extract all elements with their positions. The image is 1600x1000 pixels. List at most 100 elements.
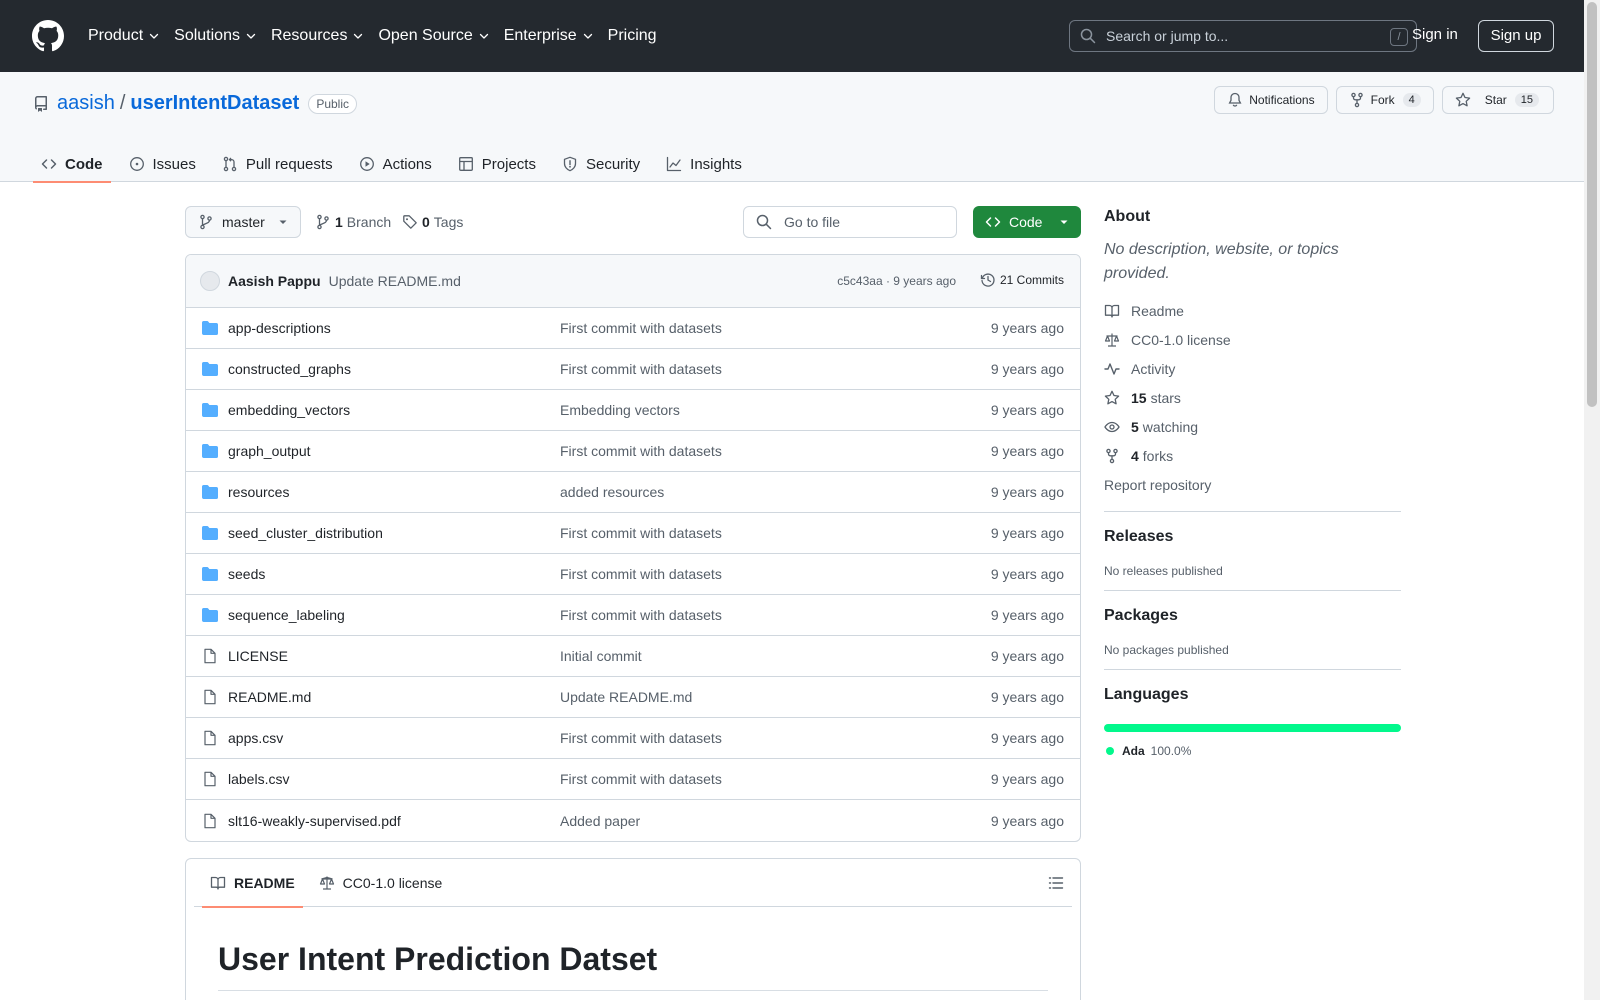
file-commit-message[interactable]: Embedding vectors bbox=[560, 402, 680, 418]
readme-link[interactable]: Readme bbox=[1104, 296, 1401, 325]
commit-author[interactable]: Aasish Pappu bbox=[228, 273, 321, 289]
file-name-link[interactable]: graph_output bbox=[228, 443, 311, 459]
chevron-down-icon bbox=[352, 30, 364, 42]
notifications-button[interactable]: Notifications bbox=[1214, 86, 1328, 114]
file-row[interactable]: resources added resources 9 years ago bbox=[186, 472, 1080, 513]
file-commit-age: 9 years ago bbox=[990, 443, 1064, 459]
file-commit-message[interactable]: Initial commit bbox=[560, 648, 642, 664]
tab-projects[interactable]: Projects bbox=[450, 146, 544, 182]
tab-insights[interactable]: Insights bbox=[658, 146, 750, 182]
report-repository-link[interactable]: Report repository bbox=[1104, 470, 1401, 499]
license-link[interactable]: CC0-1.0 license bbox=[1104, 325, 1401, 354]
nav-pricing[interactable]: Pricing bbox=[608, 27, 657, 45]
file-row[interactable]: LICENSE Initial commit 9 years ago bbox=[186, 636, 1080, 677]
readme-tab[interactable]: README bbox=[202, 859, 303, 908]
file-name-link[interactable]: embedding_vectors bbox=[228, 402, 350, 418]
github-logo-icon[interactable] bbox=[32, 20, 88, 52]
file-row[interactable]: graph_output First commit with datasets 9 … bbox=[186, 431, 1080, 472]
file-name-link[interactable]: seed_cluster_distribution bbox=[228, 525, 383, 541]
file-icon bbox=[202, 730, 218, 746]
search-input[interactable]: Search or jump to... / bbox=[1069, 20, 1417, 52]
file-commit-message[interactable]: First commit with datasets bbox=[560, 566, 722, 582]
file-name-link[interactable]: README.md bbox=[228, 689, 311, 705]
file-commit-message[interactable]: First commit with datasets bbox=[560, 771, 722, 787]
nav-open-source[interactable]: Open Source bbox=[378, 27, 489, 45]
file-name-link[interactable]: slt16-weakly-supervised.pdf bbox=[228, 813, 401, 829]
tab-code[interactable]: Code bbox=[33, 146, 111, 183]
commits-link[interactable]: 21 Commits bbox=[980, 272, 1064, 288]
file-commit-message[interactable]: First commit with datasets bbox=[560, 361, 722, 377]
commit-hash-age[interactable]: c5c43aa · 9 years ago bbox=[837, 274, 956, 288]
repo-owner-link[interactable]: aasish bbox=[57, 92, 115, 115]
nav-solutions[interactable]: Solutions bbox=[174, 27, 257, 45]
file-commit-message[interactable]: First commit with datasets bbox=[560, 607, 722, 623]
chevron-down-icon bbox=[582, 30, 594, 42]
go-to-file-input[interactable]: Go to file bbox=[743, 206, 957, 238]
folder-icon bbox=[202, 484, 218, 500]
file-name-link[interactable]: labels.csv bbox=[228, 771, 289, 787]
tab-label: Projects bbox=[481, 155, 536, 173]
file-name-link[interactable]: LICENSE bbox=[228, 648, 288, 664]
file-name-link[interactable]: constructed_graphs bbox=[228, 361, 351, 377]
file-row[interactable]: README.md Update README.md 9 years ago bbox=[186, 677, 1080, 718]
repo-name-link[interactable]: userIntentDataset bbox=[130, 92, 299, 115]
branch-selector[interactable]: master bbox=[185, 206, 301, 238]
file-name-link[interactable]: seeds bbox=[228, 566, 265, 582]
file-row[interactable]: embedding_vectors Embedding vectors 9 year… bbox=[186, 390, 1080, 431]
file-row[interactable]: seeds First commit with datasets 9 years a… bbox=[186, 554, 1080, 595]
star-button[interactable]: Star 15 bbox=[1441, 86, 1554, 114]
releases-title[interactable]: Releases bbox=[1104, 528, 1401, 546]
page-scrollbar[interactable] bbox=[1584, 0, 1600, 1000]
file-commit-message[interactable]: First commit with datasets bbox=[560, 730, 722, 746]
author-avatar[interactable] bbox=[200, 271, 220, 291]
chevron-down-icon bbox=[148, 30, 160, 42]
commit-message[interactable]: Update README.md bbox=[329, 273, 461, 289]
tab-pull-requests[interactable]: Pull requests bbox=[214, 146, 341, 182]
tab-issues[interactable]: Issues bbox=[121, 146, 204, 182]
outline-list-icon[interactable] bbox=[1048, 875, 1064, 891]
nav-resources[interactable]: Resources bbox=[271, 27, 364, 45]
file-commit-message[interactable]: First commit with datasets bbox=[560, 525, 722, 541]
tab-security[interactable]: Security bbox=[554, 146, 648, 182]
file-name-link[interactable]: resources bbox=[228, 484, 289, 500]
packages-title[interactable]: Packages bbox=[1104, 607, 1401, 625]
nav-enterprise[interactable]: Enterprise bbox=[504, 27, 594, 45]
sign-up-button[interactable]: Sign up bbox=[1478, 20, 1554, 52]
file-commit-message[interactable]: Update README.md bbox=[560, 689, 692, 705]
file-name-link[interactable]: apps.csv bbox=[228, 730, 283, 746]
file-icon bbox=[202, 771, 218, 787]
file-row[interactable]: constructed_graphs First commit with data… bbox=[186, 349, 1080, 390]
file-row[interactable]: sequence_labeling First commit with datas… bbox=[186, 595, 1080, 636]
language-entry[interactable]: Ada 100.0% bbox=[1104, 744, 1401, 758]
tags-link[interactable]: 0 Tags bbox=[402, 214, 463, 230]
file-row[interactable]: app-descriptions First commit with datase… bbox=[186, 308, 1080, 349]
file-row[interactable]: slt16-weakly-supervised.pdf Added paper 9 … bbox=[186, 800, 1080, 841]
file-commit-age: 9 years ago bbox=[990, 484, 1064, 500]
file-name-link[interactable]: sequence_labeling bbox=[228, 607, 345, 623]
file-commit-message[interactable]: Added paper bbox=[560, 813, 640, 829]
star-icon bbox=[1104, 390, 1120, 404]
file-commit-message[interactable]: First commit with datasets bbox=[560, 443, 722, 459]
watching-link[interactable]: 5 watching bbox=[1104, 412, 1401, 441]
code-dropdown-button[interactable]: Code bbox=[973, 206, 1081, 238]
history-icon bbox=[980, 273, 995, 287]
branches-link[interactable]: 1 Branch bbox=[315, 214, 391, 230]
repo-path-separator: / bbox=[119, 92, 126, 114]
file-commit-message[interactable]: First commit with datasets bbox=[560, 320, 722, 336]
star-icon bbox=[1455, 92, 1470, 107]
stars-count: 15 bbox=[1131, 389, 1147, 406]
file-name-link[interactable]: app-descriptions bbox=[228, 320, 331, 336]
file-row[interactable]: labels.csv First commit with datasets 9 ye… bbox=[186, 759, 1080, 800]
sign-in-link[interactable]: Sign in bbox=[1412, 26, 1458, 43]
scrollbar-thumb[interactable] bbox=[1587, 2, 1597, 407]
file-row[interactable]: seed_cluster_distribution First commit wi… bbox=[186, 513, 1080, 554]
fork-button[interactable]: Fork 4 bbox=[1335, 86, 1434, 114]
activity-link[interactable]: Activity bbox=[1104, 354, 1401, 383]
file-commit-message[interactable]: added resources bbox=[560, 484, 664, 500]
stars-link[interactable]: 15 stars bbox=[1104, 383, 1401, 412]
license-tab[interactable]: CC0-1.0 license bbox=[311, 859, 451, 907]
tab-actions[interactable]: Actions bbox=[351, 146, 440, 182]
nav-product[interactable]: Product bbox=[88, 27, 160, 45]
file-row[interactable]: apps.csv First commit with datasets 9 year… bbox=[186, 718, 1080, 759]
forks-link[interactable]: 4 forks bbox=[1104, 441, 1401, 470]
